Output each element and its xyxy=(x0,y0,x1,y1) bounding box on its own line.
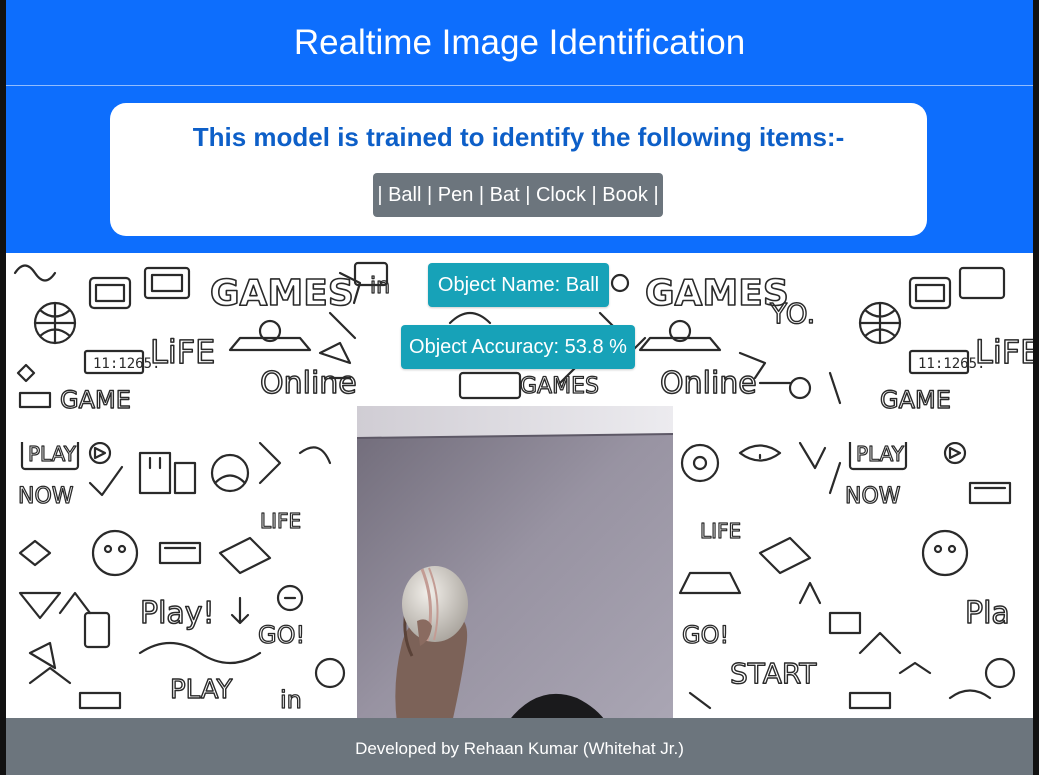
svg-text:LIFE: LIFE xyxy=(700,519,741,543)
doodle-background: GAMES 11:1265. LiFE Online GAME in GAMES… xyxy=(0,253,1039,723)
object-accuracy-badge: Object Accuracy: 53.8 % xyxy=(401,325,635,369)
page-title: Realtime Image Identification xyxy=(293,23,746,62)
header-divider xyxy=(6,85,1033,86)
svg-text:GAMES: GAMES xyxy=(520,374,599,399)
footer: Developed by Rehaan Kumar (Whitehat Jr.) xyxy=(0,718,1039,775)
svg-text:Pla: Pla xyxy=(965,596,1010,631)
svg-text:PLAY: PLAY xyxy=(856,442,905,466)
svg-text:GAMES: GAMES xyxy=(210,273,354,314)
svg-text:NOW: NOW xyxy=(18,484,74,509)
svg-text:in: in xyxy=(280,686,302,714)
svg-text:YO.: YO. xyxy=(769,297,815,330)
svg-text:START: START xyxy=(730,657,817,690)
camera-icon xyxy=(357,406,673,723)
page: Realtime Image Identification This model… xyxy=(0,0,1039,775)
svg-text:GAMES: GAMES xyxy=(645,273,789,314)
svg-text:Online: Online xyxy=(260,366,357,401)
svg-text:GAME: GAME xyxy=(880,386,951,414)
info-heading: This model is trained to identify the fo… xyxy=(192,122,845,152)
left-border xyxy=(0,0,6,775)
svg-text:Play!: Play! xyxy=(140,596,215,631)
svg-text:LIFE: LIFE xyxy=(260,509,301,533)
object-name-badge: Object Name: Ball xyxy=(428,263,609,307)
svg-text:LiFE: LiFE xyxy=(975,333,1039,371)
svg-text:GAME: GAME xyxy=(60,386,131,414)
svg-text:PLAY: PLAY xyxy=(170,675,233,705)
info-card: This model is trained to identify the fo… xyxy=(110,103,927,236)
svg-text:PLAY: PLAY xyxy=(28,442,77,466)
webcam-frame xyxy=(352,401,678,723)
svg-text:GO!: GO! xyxy=(682,621,729,649)
webcam-feed xyxy=(357,406,673,723)
svg-text:GO!: GO! xyxy=(258,621,305,649)
right-border xyxy=(1033,0,1039,775)
trained-items-badge: | Ball | Pen | Bat | Clock | Book | xyxy=(373,173,663,217)
footer-credit: Developed by Rehaan Kumar (Whitehat Jr.) xyxy=(355,739,684,758)
header: Realtime Image Identification This model… xyxy=(0,0,1039,253)
svg-text:NOW: NOW xyxy=(845,484,901,509)
svg-text:Online: Online xyxy=(660,366,757,401)
svg-text:LiFE: LiFE xyxy=(150,333,215,371)
